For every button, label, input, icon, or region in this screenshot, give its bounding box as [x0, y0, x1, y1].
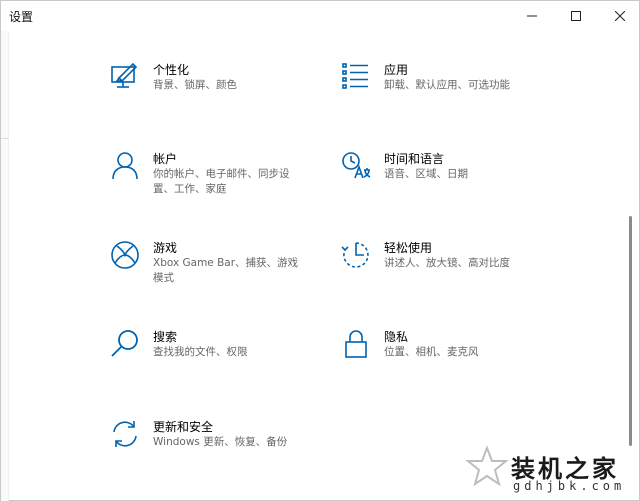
tile-description: 语音、区域、日期 [384, 168, 468, 180]
tile-update-security[interactable]: 更新和安全 Windows 更新、恢复、备份 [109, 418, 339, 482]
tile-name: 游戏 [153, 241, 178, 255]
tile-apps[interactable]: 应用 卸载、默认应用、可选功能 [340, 61, 570, 125]
scrollbar[interactable] [629, 216, 632, 446]
tile-description: 背景、锁屏、颜色 [153, 79, 237, 91]
tile-name: 时间和语言 [384, 152, 445, 166]
tile-name: 应用 [384, 63, 409, 77]
tile-name: 更新和安全 [153, 420, 214, 434]
tile-gaming[interactable]: 游戏 Xbox Game Bar、捕获、游戏模式 [109, 239, 339, 303]
maximize-button[interactable] [553, 1, 599, 31]
maximize-icon [571, 11, 581, 21]
minimize-button[interactable] [509, 1, 555, 31]
minimize-icon [527, 15, 537, 17]
tile-name: 帐户 [153, 152, 178, 166]
ease-of-access-icon [340, 239, 372, 271]
tile-accounts[interactable]: 帐户 你的帐户、电子邮件、同步设置、工作、家庭 [109, 150, 339, 214]
tile-description: 你的帐户、电子邮件、同步设置、工作、家庭 [153, 168, 290, 195]
tile-name: 个性化 [153, 63, 190, 77]
tile-privacy[interactable]: 隐私 位置、相机、麦克风 [340, 328, 570, 392]
personalization-icon [109, 61, 141, 93]
left-edge [1, 31, 9, 501]
tile-description: 查找我的文件、权限 [153, 346, 248, 358]
tile-description: 讲述人、放大镜、高对比度 [384, 257, 510, 269]
tile-name: 搜索 [153, 330, 178, 344]
close-icon [615, 11, 625, 21]
tile-description: 卸载、默认应用、可选功能 [384, 79, 510, 91]
time-language-icon [340, 150, 372, 182]
lock-icon [340, 328, 372, 360]
tile-description: Xbox Game Bar、捕获、游戏模式 [153, 257, 299, 284]
close-button[interactable] [597, 1, 640, 31]
xbox-icon [109, 239, 141, 271]
tile-personalization[interactable]: 个性化 背景、锁屏、颜色 [109, 61, 339, 125]
tile-name: 隐私 [384, 330, 409, 344]
watermark-url: gdhjbk.com [513, 479, 626, 493]
tile-description: 位置、相机、麦克风 [384, 346, 479, 358]
window-title: 设置 [9, 10, 34, 24]
tile-search[interactable]: 搜索 查找我的文件、权限 [109, 328, 339, 392]
title-bar: 设置 [1, 1, 640, 31]
divider [1, 138, 9, 139]
tile-ease-of-access[interactable]: 轻松使用 讲述人、放大镜、高对比度 [340, 239, 570, 303]
tile-time-language[interactable]: 时间和语言 语音、区域、日期 [340, 150, 570, 214]
watermark: 装机之家 gdhjbk.com [465, 441, 640, 501]
star-icon [465, 445, 509, 487]
tile-name: 轻松使用 [384, 241, 433, 255]
settings-window: 设置 个性化 背景、锁屏、颜色 应用 卸载、默认应用、可选功能 帐户 你的帐户、… [0, 0, 640, 501]
search-icon [109, 328, 141, 360]
accounts-icon [109, 150, 141, 182]
tile-description: Windows 更新、恢复、备份 [153, 436, 288, 448]
apps-icon [340, 61, 372, 93]
update-icon [109, 418, 141, 450]
